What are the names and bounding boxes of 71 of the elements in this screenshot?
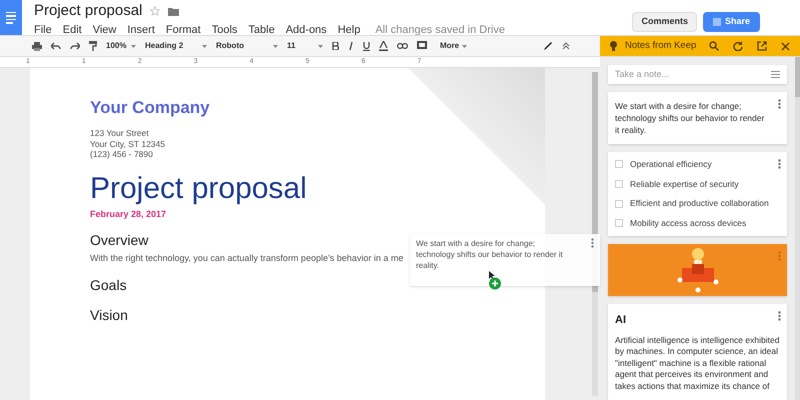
menu-item[interactable]: Table [248, 22, 275, 38]
more-icon[interactable] [778, 311, 781, 321]
menu-item[interactable]: View [92, 22, 116, 38]
dragged-note-text: We start with a desire for change; technology shifts our behavior to render it reality. [416, 238, 564, 271]
document-date: February 28, 2017 [90, 208, 168, 221]
section-heading: Goals [90, 276, 127, 294]
checklist-item: Reliable expertise of security [630, 178, 739, 190]
more-icon[interactable] [778, 98, 781, 109]
checkbox[interactable] [615, 180, 623, 188]
paint-roller-icon[interactable] [89, 41, 97, 51]
more-icon[interactable] [778, 158, 781, 169]
checklist-item: Operational efficiency [630, 158, 712, 171]
address-line: (123) 456 - 7890 [90, 149, 154, 160]
italic-icon[interactable] [348, 42, 354, 50]
search-icon[interactable] [709, 41, 719, 51]
comment-icon[interactable] [417, 41, 427, 51]
note-text: We start with a desire for change; technology shifts our behavior to render it reality. [615, 100, 766, 136]
folder-icon[interactable] [168, 6, 180, 16]
take-note-placeholder: Take a note... [615, 68, 670, 81]
checkbox[interactable] [615, 160, 623, 168]
section-heading: Vision [90, 306, 128, 324]
redo-icon[interactable] [70, 42, 80, 50]
list-icon[interactable] [771, 70, 780, 78]
underline-icon[interactable] [363, 42, 370, 50]
close-icon[interactable] [781, 42, 790, 50]
caret-icon [273, 44, 278, 48]
caret-icon [318, 44, 323, 48]
document-heading: Project proposal [90, 172, 308, 206]
bold-icon[interactable] [332, 42, 339, 50]
caret-icon [462, 44, 468, 48]
dropdown[interactable]: 11 [287, 40, 323, 52]
document-title[interactable]: Project proposal [34, 2, 142, 20]
checkbox[interactable] [615, 200, 623, 208]
section-heading: Overview [90, 231, 148, 249]
note-title: AI [615, 313, 626, 328]
checklist-item: Mobility access across devices [630, 217, 746, 230]
star-icon[interactable] [150, 6, 160, 16]
menu-item[interactable]: Tools [212, 22, 238, 38]
menu-item[interactable]: Add-ons [286, 22, 327, 38]
company-name: Your Company [90, 98, 211, 118]
more-icon[interactable] [591, 238, 594, 248]
more-button[interactable]: More [440, 40, 468, 52]
menu-item[interactable]: Insert [127, 22, 155, 38]
lightbulb-icon [610, 41, 617, 51]
pen-icon[interactable] [543, 41, 553, 51]
save-status: All changes saved in Drive [375, 23, 505, 38]
menu-item[interactable]: Format [166, 22, 201, 38]
dropdown[interactable]: Roboto [216, 40, 278, 52]
note-text: Artificial intelligence is intelligence exhibited by machines. In computer science, an ideal "intelligent" machine is a flexible rational agent that perceives its environment and takes actions that maximize its chance of [615, 334, 780, 392]
dropdown[interactable]: Heading 2 [145, 40, 207, 52]
caret-icon [131, 44, 136, 48]
docs-logo-icon[interactable] [0, 0, 22, 35]
checkbox[interactable] [615, 219, 623, 228]
checklist-item: Efficient and productive collaboration [630, 197, 769, 210]
link-icon[interactable] [397, 43, 408, 49]
keep-title: Notes from Keep [625, 38, 698, 53]
section-text: With the right technology, you can actually transform people’s behavior in a me [90, 252, 404, 264]
menu-item[interactable]: Help [338, 22, 360, 38]
share-button[interactable]: Share [702, 12, 760, 32]
refresh-icon[interactable] [733, 41, 743, 51]
menu-item[interactable]: Edit [62, 22, 82, 38]
address-line: Your City, ST 12345 [90, 138, 166, 149]
comments-button[interactable]: Comments [632, 12, 697, 32]
open-in-new-icon[interactable] [757, 41, 767, 51]
dropdown[interactable]: 100% [106, 40, 136, 52]
menu-item[interactable]: File [34, 22, 52, 38]
text-color-icon[interactable] [379, 41, 388, 51]
caret-icon [202, 44, 207, 48]
undo-icon[interactable] [51, 42, 61, 50]
address-line: 123 Your Street [90, 128, 150, 138]
print-icon[interactable] [32, 42, 42, 50]
